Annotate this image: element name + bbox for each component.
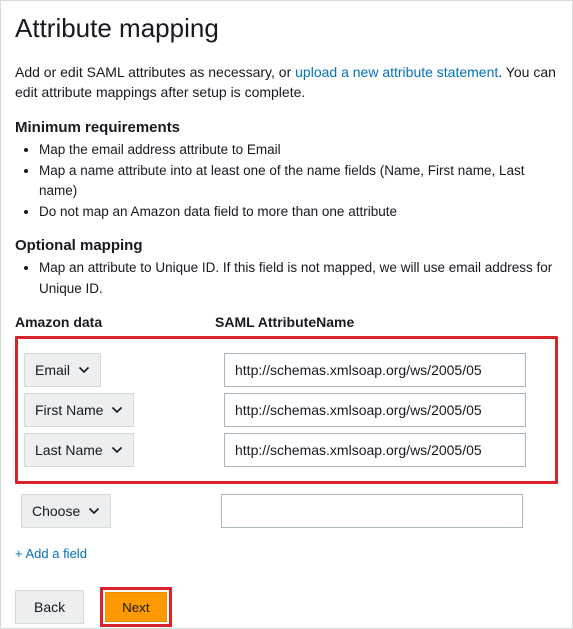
minimum-requirements-list: Map the email address attribute to Email… [15, 140, 558, 224]
amazon-data-dropdown-last-name[interactable]: Last Name [24, 433, 134, 467]
minimum-requirements-heading: Minimum requirements [15, 119, 558, 136]
upload-attribute-statement-link[interactable]: upload a new attribute statement [295, 64, 498, 80]
dropdown-label: Email [35, 362, 70, 378]
intro-paragraph: Add or edit SAML attributes as necessary… [15, 62, 558, 103]
chevron-down-icon [78, 364, 90, 376]
min-req-item: Map a name attribute into at least one o… [39, 161, 558, 203]
optional-mapping-heading: Optional mapping [15, 237, 558, 254]
mapping-row-last-name: Last Name [24, 433, 545, 467]
next-button[interactable]: Next [105, 592, 166, 622]
button-row: Back Next [15, 587, 558, 627]
saml-attribute-input-last-name[interactable] [224, 433, 526, 467]
back-button[interactable]: Back [15, 590, 84, 624]
dropdown-label: Last Name [35, 442, 103, 458]
highlighted-mapping-rows: Email First Name Last [15, 336, 558, 484]
chevron-down-icon [88, 505, 100, 517]
column-headers: Amazon data SAML AttributeName [15, 314, 558, 330]
dropdown-label: First Name [35, 402, 103, 418]
add-a-field-link[interactable]: + Add a field [15, 546, 87, 561]
mapping-row-first-name: First Name [24, 393, 545, 427]
min-req-item: Do not map an Amazon data field to more … [39, 202, 558, 223]
column-header-amazon: Amazon data [15, 314, 215, 330]
attribute-mapping-panel: Attribute mapping Add or edit SAML attri… [0, 0, 573, 629]
amazon-data-dropdown-email[interactable]: Email [24, 353, 101, 387]
saml-attribute-input-email[interactable] [224, 353, 526, 387]
opt-map-item: Map an attribute to Unique ID. If this f… [39, 258, 558, 300]
saml-attribute-input-extra[interactable] [221, 494, 523, 528]
intro-text-before: Add or edit SAML attributes as necessary… [15, 64, 295, 80]
dropdown-label: Choose [32, 503, 80, 519]
amazon-data-dropdown-first-name[interactable]: First Name [24, 393, 134, 427]
amazon-data-dropdown-choose[interactable]: Choose [21, 494, 111, 528]
min-req-item: Map the email address attribute to Email [39, 140, 558, 161]
optional-mapping-list: Map an attribute to Unique ID. If this f… [15, 258, 558, 300]
mapping-row-email: Email [24, 353, 545, 387]
next-button-highlight: Next [100, 587, 171, 627]
saml-attribute-input-first-name[interactable] [224, 393, 526, 427]
chevron-down-icon [111, 404, 123, 416]
page-title: Attribute mapping [15, 13, 558, 44]
chevron-down-icon [111, 444, 123, 456]
mapping-area: Amazon data SAML AttributeName Email Fir… [15, 314, 558, 561]
column-header-saml: SAML AttributeName [215, 314, 558, 330]
mapping-row-extra: Choose [21, 494, 558, 528]
